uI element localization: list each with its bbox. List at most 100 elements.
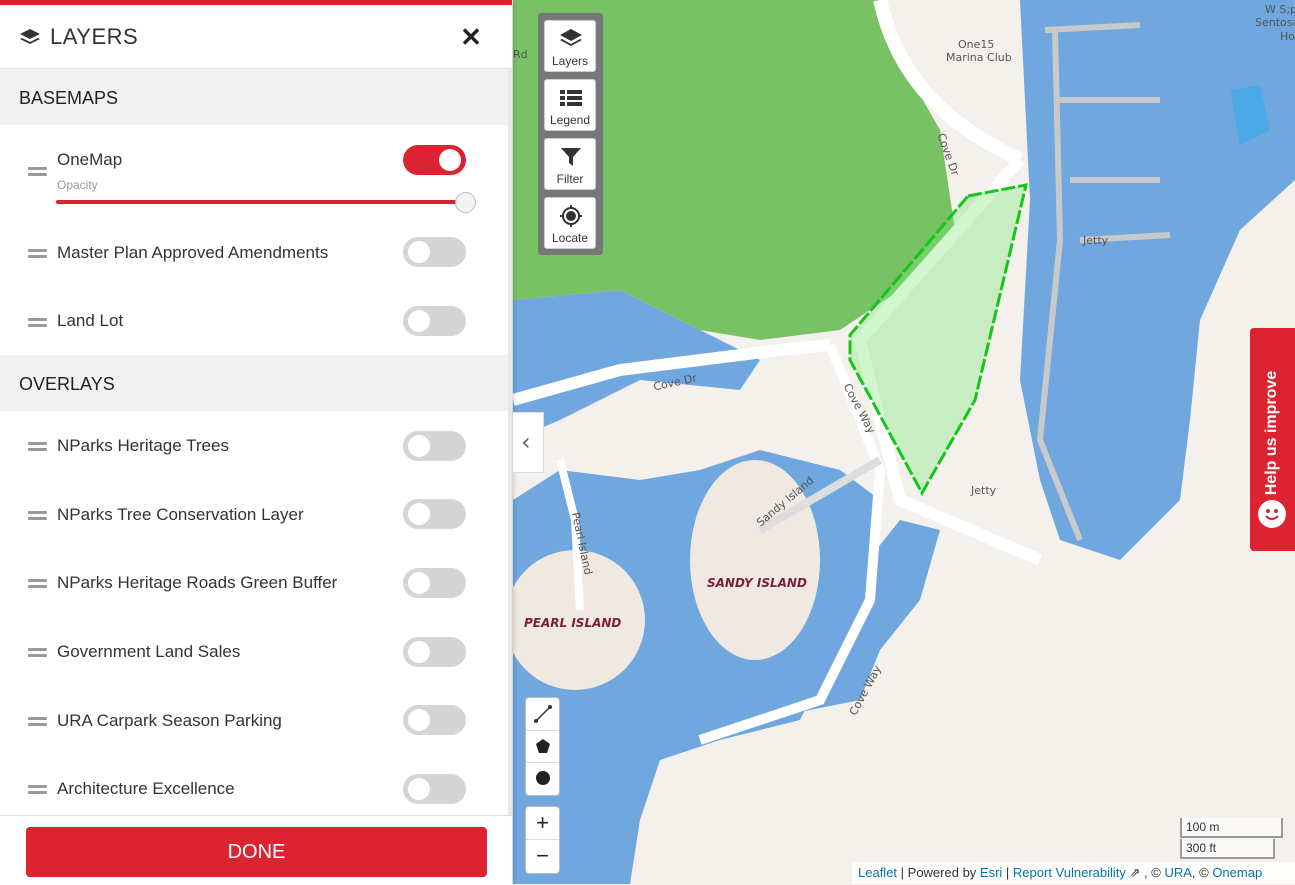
leaflet-link[interactable]: Leaflet bbox=[858, 865, 897, 880]
draw-circle-button[interactable] bbox=[526, 762, 559, 794]
basemaps-heading-label: BASEMAPS bbox=[19, 88, 119, 108]
opacity-slider-thumb[interactable] bbox=[455, 192, 476, 213]
toggle-knob bbox=[408, 709, 430, 731]
layer-label: OneMap bbox=[57, 150, 123, 169]
toggle-onemap[interactable] bbox=[403, 145, 466, 175]
toggle-land-lot[interactable] bbox=[403, 306, 466, 336]
opacity-slider-track[interactable] bbox=[56, 200, 466, 204]
layer-label: URA Carpark Season Parking bbox=[57, 711, 282, 730]
filter-button[interactable]: Filter bbox=[544, 138, 596, 190]
panel-footer: DONE bbox=[0, 815, 512, 885]
draw-polygon-button[interactable] bbox=[526, 730, 559, 763]
map-label-one15: One15 bbox=[958, 38, 995, 51]
esri-link[interactable]: Esri bbox=[980, 865, 1002, 880]
drag-handle-icon[interactable] bbox=[28, 579, 47, 588]
layer-row-government-land-sales: Government Land Sales bbox=[0, 637, 512, 687]
drag-handle-icon[interactable] bbox=[28, 648, 47, 657]
onemap-link[interactable]: Onemap bbox=[1212, 865, 1262, 880]
layer-row-heritage-trees: NParks Heritage Trees bbox=[0, 431, 512, 481]
toggle-tree-conservation[interactable] bbox=[403, 499, 466, 529]
attribution-separator: | bbox=[1002, 865, 1013, 880]
drag-handle-icon[interactable] bbox=[28, 785, 47, 794]
opacity-label: Opacity bbox=[57, 178, 98, 192]
collapse-panel-button[interactable]: ‹ bbox=[513, 412, 544, 473]
map-label-ws: W S;p bbox=[1265, 3, 1295, 16]
layer-row-tree-conservation: NParks Tree Conservation Layer bbox=[0, 499, 512, 549]
map-label-sandy-island: SANDY ISLAND bbox=[707, 576, 807, 590]
attribution-copy-ura: , © bbox=[1140, 865, 1165, 880]
layer-row-heritage-roads: NParks Heritage Roads Green Buffer bbox=[0, 568, 512, 618]
legend-button[interactable]: Legend bbox=[544, 79, 596, 131]
layers-icon bbox=[20, 29, 40, 44]
toggle-knob bbox=[408, 778, 430, 800]
map-label-jetty-south: Jetty bbox=[971, 484, 997, 497]
layer-label: NParks Tree Conservation Layer bbox=[57, 505, 304, 524]
draw-controls bbox=[525, 697, 560, 796]
map-label-sentosa: Sentosa bbox=[1255, 16, 1295, 29]
help-us-improve-tab[interactable]: Help us improve bbox=[1250, 328, 1295, 551]
layers-icon bbox=[560, 29, 582, 46]
map-label-marina-club: Marina Club bbox=[946, 51, 1012, 64]
layer-label: Architecture Excellence bbox=[57, 779, 235, 798]
close-icon[interactable]: ✕ bbox=[460, 24, 482, 50]
panel-header: LAYERS ✕ bbox=[0, 5, 512, 69]
list-icon bbox=[560, 90, 582, 106]
toggle-master-plan[interactable] bbox=[403, 237, 466, 267]
toggle-architecture-excellence[interactable] bbox=[403, 774, 466, 804]
layer-row-land-lot: Land Lot bbox=[0, 306, 512, 356]
toggle-knob bbox=[408, 572, 430, 594]
overlays-heading: OVERLAYS bbox=[0, 355, 512, 411]
toggle-government-land-sales[interactable] bbox=[403, 637, 466, 667]
layer-label: Land Lot bbox=[57, 311, 124, 330]
toggle-carpark-season[interactable] bbox=[403, 705, 466, 735]
circle-icon bbox=[535, 771, 550, 785]
map-label-ho: Ho bbox=[1280, 30, 1295, 43]
polyline-icon bbox=[533, 705, 552, 723]
overlays-heading-label: OVERLAYS bbox=[19, 374, 115, 394]
drag-handle-icon[interactable] bbox=[28, 318, 47, 327]
ura-link[interactable]: URA bbox=[1164, 865, 1191, 880]
drag-handle-icon[interactable] bbox=[28, 249, 47, 258]
drag-handle-icon[interactable] bbox=[28, 167, 47, 176]
layers-button[interactable]: Layers bbox=[544, 20, 596, 72]
zoom-in-button[interactable]: + bbox=[526, 807, 559, 840]
scale-metric: 100 m bbox=[1180, 818, 1283, 838]
chevron-left-icon: ‹ bbox=[521, 428, 531, 456]
done-button[interactable]: DONE bbox=[26, 827, 487, 877]
toggle-knob bbox=[408, 435, 430, 457]
layer-row-master-plan: Master Plan Approved Amendments bbox=[0, 237, 512, 287]
map-label-pearl-island: PEARL ISLAND bbox=[524, 616, 622, 630]
layers-panel: LAYERS ✕ BASEMAPS OneMap Opacity Master … bbox=[0, 0, 512, 885]
zoom-out-button[interactable]: − bbox=[526, 840, 559, 872]
toggle-knob bbox=[439, 149, 461, 171]
toggle-knob bbox=[408, 503, 430, 525]
map-toolbar: Layers Legend Filter Locate bbox=[538, 13, 603, 255]
locate-button[interactable]: Locate bbox=[544, 197, 596, 249]
zoom-controls: + − bbox=[525, 806, 560, 874]
report-vulnerability-link[interactable]: Report Vulnerability bbox=[1013, 865, 1126, 880]
toggle-knob bbox=[408, 241, 430, 263]
layer-label: NParks Heritage Roads Green Buffer bbox=[57, 573, 338, 592]
layer-label: Master Plan Approved Amendments bbox=[57, 243, 329, 262]
drag-handle-icon[interactable] bbox=[28, 442, 47, 451]
map-attribution: Leaflet | Powered by Esri | Report Vulne… bbox=[852, 862, 1295, 884]
toggle-heritage-trees[interactable] bbox=[403, 431, 466, 461]
layer-label: NParks Heritage Trees bbox=[57, 436, 229, 455]
map-label-road: Rd bbox=[513, 48, 528, 61]
panel-scrollbar[interactable] bbox=[508, 70, 512, 815]
panel-title: LAYERS bbox=[50, 24, 139, 49]
toggle-heritage-roads[interactable] bbox=[403, 568, 466, 598]
toggle-knob bbox=[408, 310, 430, 332]
crosshair-icon bbox=[560, 205, 582, 227]
external-link-icon: ⇗ bbox=[1125, 865, 1141, 880]
attribution-copy-onemap: , © bbox=[1191, 865, 1213, 880]
drag-handle-icon[interactable] bbox=[28, 511, 47, 520]
layers-button-label: Layers bbox=[551, 54, 589, 68]
filter-button-label: Filter bbox=[556, 172, 584, 186]
attribution-powered: | Powered by bbox=[897, 865, 980, 880]
toggle-knob bbox=[408, 641, 430, 663]
draw-line-button[interactable] bbox=[526, 698, 559, 731]
drag-handle-icon[interactable] bbox=[28, 717, 47, 726]
polygon-icon bbox=[535, 739, 550, 753]
layer-label: Government Land Sales bbox=[57, 642, 241, 661]
